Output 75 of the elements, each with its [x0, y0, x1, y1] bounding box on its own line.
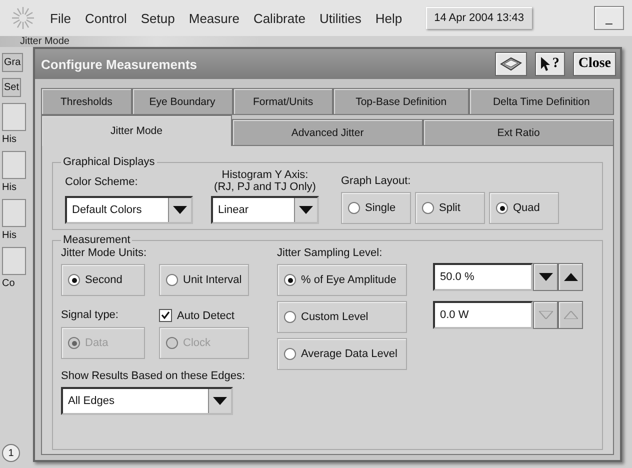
radio-dot[interactable] [496, 202, 508, 214]
field-label: Signal type: [61, 309, 120, 322]
tool-icon[interactable] [2, 103, 26, 131]
down-arrow-icon [173, 206, 187, 214]
help-pointer-button[interactable]: ? [535, 52, 566, 76]
field-label: Jitter Mode Units: [61, 247, 148, 259]
dropdown[interactable]: All Edges [61, 387, 233, 415]
tab[interactable]: Jitter Mode [41, 115, 232, 146]
down-arrow-icon [538, 273, 552, 281]
book-button[interactable] [495, 52, 528, 76]
tab[interactable]: Format/Units [232, 88, 334, 115]
tab[interactable]: Thresholds [41, 88, 132, 115]
tab[interactable]: Ext Ratio [423, 119, 614, 146]
page-number[interactable]: 1 [2, 444, 20, 462]
radio-dot[interactable] [68, 274, 80, 286]
tool-label: His [2, 230, 16, 241]
date-time: 14 Apr 2004 13:43 [426, 7, 532, 29]
field-label: Jitter Sampling Level: [277, 247, 384, 259]
down-arrow-icon [538, 311, 552, 319]
dropdown[interactable]: Default Colors [65, 196, 193, 224]
field-label: Color Scheme: [65, 176, 139, 188]
field-label: Show Results Based on these Edges: [61, 370, 246, 382]
dropdown[interactable]: Linear [211, 196, 319, 224]
menu-item[interactable]: Control [84, 10, 127, 26]
radio-dot[interactable] [284, 348, 296, 360]
tool-icon[interactable] [2, 199, 26, 227]
radio-dot[interactable] [422, 202, 434, 214]
tool-label: His [2, 134, 16, 145]
radio-dot[interactable] [166, 274, 178, 286]
group-legend: Measurement [61, 234, 132, 246]
book-icon [500, 57, 522, 71]
menu-item[interactable]: Utilities [319, 10, 362, 26]
minimize-button[interactable]: _ [594, 6, 624, 30]
close-button[interactable]: Close [573, 52, 616, 76]
check-icon [161, 311, 170, 320]
group-legend: Graphical Displays [61, 156, 157, 168]
radio-option[interactable]: Quad [489, 192, 559, 224]
radio-option[interactable]: % of Eye Amplitude [277, 264, 407, 296]
menu-item[interactable]: Measure [188, 10, 240, 26]
radio-option[interactable]: Single [341, 192, 411, 224]
decrement-button[interactable] [533, 263, 558, 291]
value-field[interactable]: 50.0 % [433, 263, 533, 291]
starburst-logo-icon [10, 5, 36, 31]
tab[interactable]: Eye Boundary [132, 88, 233, 115]
radio-dot[interactable] [284, 274, 296, 286]
side-button[interactable]: Set [2, 78, 22, 97]
tool-icon[interactable] [2, 247, 26, 275]
tab[interactable]: Advanced Jitter [232, 119, 423, 146]
radio-option[interactable]: Second [61, 264, 145, 296]
menu-item[interactable]: Calibrate [253, 10, 306, 26]
up-arrow-icon [564, 273, 578, 281]
down-arrow-icon [299, 206, 313, 214]
tab[interactable]: Top-Base Definition [333, 88, 469, 115]
dialog-title: Configure Measurements [41, 56, 198, 72]
auto-detect-checkbox[interactable]: Auto Detect [159, 309, 234, 322]
tool-icon[interactable] [2, 151, 26, 179]
radio-option[interactable]: Split [415, 192, 485, 224]
down-arrow-icon [213, 397, 227, 405]
menu-item[interactable]: File [50, 10, 71, 26]
tool-label: Co [2, 278, 15, 289]
field-label: Graph Layout: [341, 175, 412, 187]
radio-option[interactable]: Unit Interval [159, 264, 249, 296]
radio-option[interactable]: Average Data Level [277, 338, 407, 370]
side-button[interactable]: Gra [2, 53, 23, 72]
field-label: Histogram Y Axis: (RJ, PJ and TJ Only) [213, 169, 317, 193]
tool-label: His [2, 182, 16, 193]
radio-dot[interactable] [348, 202, 360, 214]
radio-option[interactable]: Custom Level [277, 301, 407, 333]
up-arrow-icon [564, 311, 578, 319]
menu-item[interactable]: Setup [140, 10, 175, 26]
increment-button[interactable] [558, 263, 583, 291]
menu-item[interactable]: Help [375, 10, 402, 26]
tab[interactable]: Delta Time Definition [468, 88, 614, 115]
radio-dot[interactable] [284, 311, 296, 323]
pointer-icon [541, 57, 552, 71]
